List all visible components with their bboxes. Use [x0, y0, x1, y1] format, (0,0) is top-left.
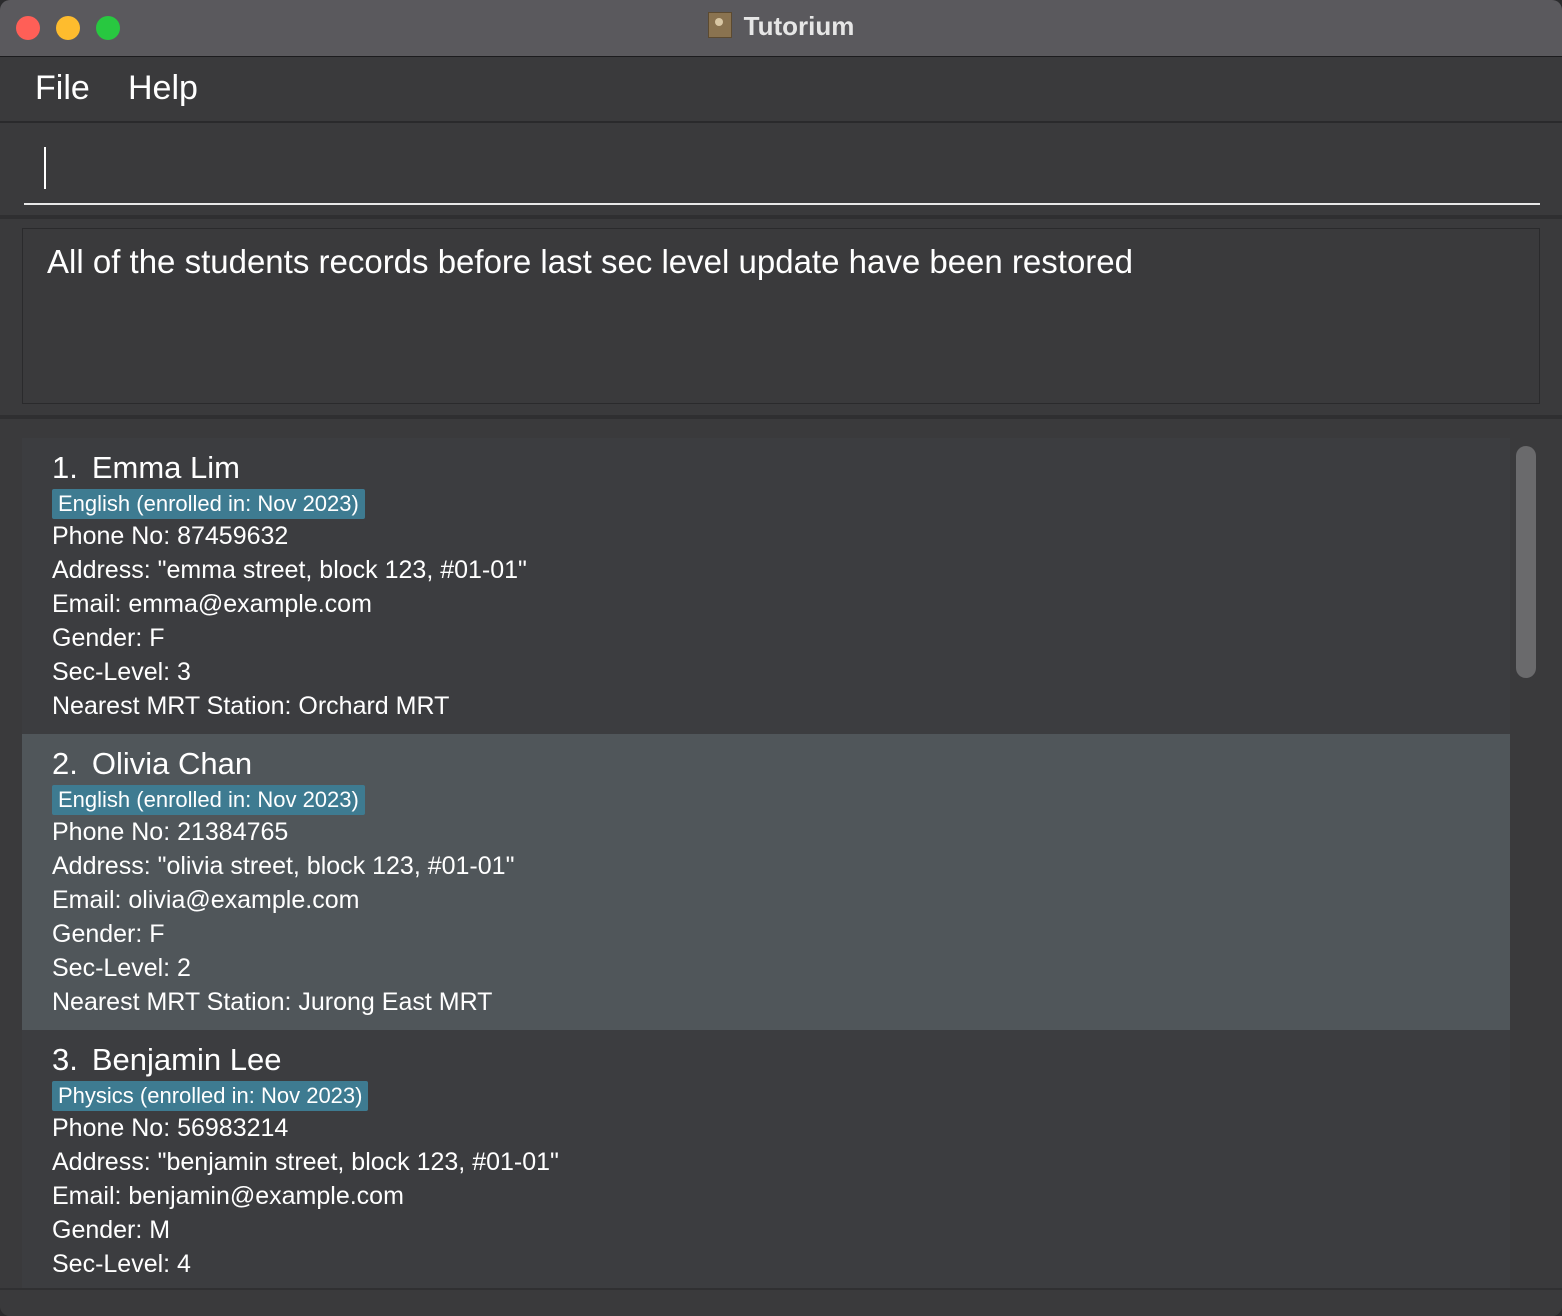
student-card-selected[interactable]: 2. Olivia Chan English (enrolled in: Nov …	[22, 734, 1510, 1030]
student-name: Olivia Chan	[91, 746, 253, 781]
student-name: Emma Lim	[91, 450, 240, 485]
student-email: Email: benjamin@example.com	[52, 1182, 404, 1210]
student-email: Email: olivia@example.com	[52, 886, 360, 914]
student-mrt: Nearest MRT Station: Jurong East MRT	[52, 988, 493, 1016]
student-address: Address: "emma street, block 123, #01-01…	[52, 556, 527, 584]
student-list[interactable]: 1. Emma Lim English (enrolled in: Nov 202…	[22, 438, 1510, 1288]
command-box-area	[0, 123, 1562, 219]
student-index: 2.	[52, 746, 78, 781]
menu-bar: File Help	[0, 57, 1562, 123]
student-gender: Gender: F	[52, 920, 165, 948]
menu-help[interactable]: Help	[128, 69, 198, 108]
subject-tag: Physics (enrolled in: Nov 2023)	[52, 1081, 369, 1111]
student-sec-level: Sec-Level: 3	[52, 658, 191, 686]
student-name-line: 1. Emma Lim	[52, 450, 240, 486]
app-window: Tutorium File Help All of the students r…	[0, 0, 1562, 1316]
student-gender: Gender: F	[52, 624, 165, 652]
student-gender: Gender: M	[52, 1216, 171, 1244]
list-scrollbar-thumb[interactable]	[1516, 446, 1536, 678]
student-address: Address: "benjamin street, block 123, #0…	[52, 1148, 559, 1176]
menu-file[interactable]: File	[35, 69, 90, 108]
student-name-line: 3. Benjamin Lee	[52, 1042, 281, 1078]
window-title: Tutorium	[743, 11, 855, 41]
title-bar[interactable]: Tutorium	[0, 0, 1562, 57]
student-index: 1.	[52, 450, 78, 485]
student-email: Email: emma@example.com	[52, 590, 372, 618]
person-card-icon	[707, 12, 732, 38]
result-message: All of the students records before last …	[47, 243, 1133, 280]
student-phone: Phone No: 87459632	[52, 522, 289, 550]
text-caret	[44, 147, 46, 189]
student-sec-level: Sec-Level: 2	[52, 954, 191, 982]
student-name-line: 2. Olivia Chan	[52, 746, 252, 782]
student-mrt: Nearest MRT Station: Orchard MRT	[52, 692, 450, 720]
command-input[interactable]	[24, 145, 1540, 205]
student-list-panel: 1. Emma Lim English (enrolled in: Nov 202…	[0, 419, 1562, 1316]
student-card[interactable]: 3. Benjamin Lee Physics (enrolled in: Nov…	[22, 1030, 1510, 1288]
student-card[interactable]: 1. Emma Lim English (enrolled in: Nov 202…	[22, 438, 1510, 734]
window-bottom-edge	[0, 1288, 1562, 1316]
result-display[interactable]: All of the students records before last …	[22, 228, 1540, 404]
student-phone: Phone No: 21384765	[52, 818, 289, 846]
student-sec-level: Sec-Level: 4	[52, 1250, 191, 1278]
window-title-group: Tutorium	[0, 11, 1562, 42]
student-index: 3.	[52, 1042, 78, 1077]
student-address: Address: "olivia street, block 123, #01-…	[52, 852, 515, 880]
student-name: Benjamin Lee	[91, 1042, 282, 1077]
subject-tag: English (enrolled in: Nov 2023)	[52, 489, 365, 519]
student-phone: Phone No: 56983214	[52, 1114, 289, 1142]
subject-tag: English (enrolled in: Nov 2023)	[52, 785, 365, 815]
result-display-area: All of the students records before last …	[0, 219, 1562, 419]
